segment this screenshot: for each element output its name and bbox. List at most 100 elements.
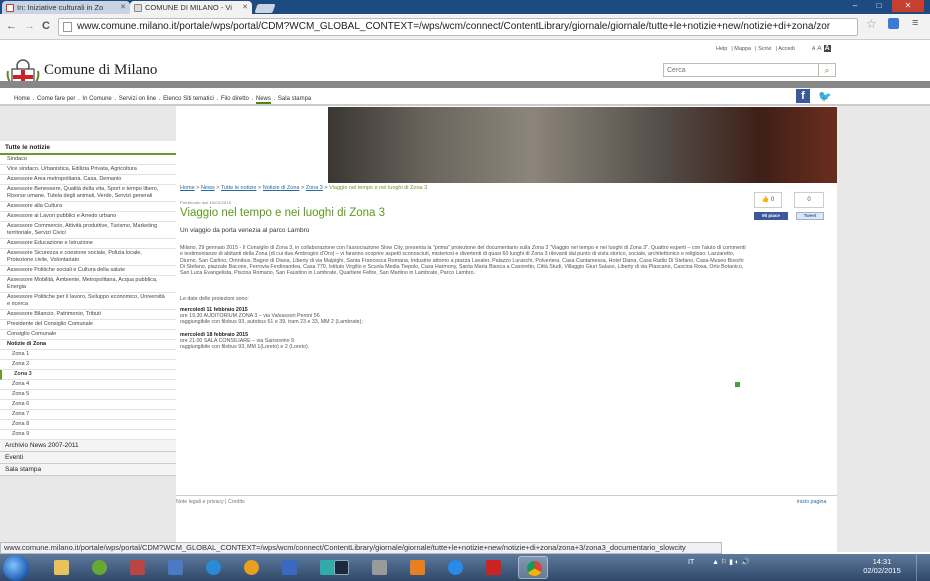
sidebar-item[interactable]: Assessore Benessere, Qualità della vita,… bbox=[0, 185, 176, 202]
sidebar-item[interactable]: Presidente del Consiglio Comunale bbox=[0, 320, 176, 330]
search-icon[interactable]: ⌕ bbox=[818, 63, 836, 77]
sidebar-item-zona[interactable]: Zona 7 bbox=[0, 410, 176, 420]
help-link[interactable]: Help bbox=[716, 46, 727, 52]
sidebar-item-zona[interactable]: Zona 2 bbox=[0, 360, 176, 370]
twitter-icon[interactable]: 🐦 bbox=[818, 90, 832, 103]
taskbar-app[interactable] bbox=[364, 556, 394, 579]
sidebar-item-zona[interactable]: Zona 8 bbox=[0, 420, 176, 430]
close-icon[interactable]: ✕ bbox=[242, 3, 248, 11]
nav-filo-diretto[interactable]: Filo diretto bbox=[221, 96, 249, 102]
nav-sep: . bbox=[78, 96, 80, 102]
minimize-button[interactable]: – bbox=[844, 0, 866, 12]
taskbar-app[interactable] bbox=[478, 556, 508, 579]
sidebar-item-zona[interactable]: Zona 6 bbox=[0, 400, 176, 410]
taskbar-app[interactable] bbox=[84, 556, 114, 579]
header-band bbox=[0, 81, 930, 88]
nav-news[interactable]: News bbox=[255, 96, 271, 104]
sidebar-item-zona[interactable]: Zona 4 bbox=[0, 380, 176, 390]
taskbar-app[interactable] bbox=[198, 556, 228, 579]
sidebar-item[interactable]: Assessore ai Lavori pubblici e Arredo ur… bbox=[0, 212, 176, 222]
nav-servizi-online[interactable]: Servizi on line bbox=[119, 96, 156, 102]
breadcrumb: Home > News > Tutte le notizie > Notizie… bbox=[180, 185, 427, 191]
accedi-link[interactable]: Accedi bbox=[778, 46, 795, 52]
site-logo-text[interactable]: Comune di Milano bbox=[44, 62, 157, 79]
sidebar-item[interactable]: Assessore Area metropolitana, Casa, Dema… bbox=[0, 175, 176, 185]
sidebar-item-zona[interactable]: Zona 5 bbox=[0, 390, 176, 400]
address-bar[interactable]: www.comune.milano.it/portale/wps/portal/… bbox=[58, 18, 858, 36]
browser-tab-gmail[interactable]: In: Iniziative culturali in Zo ✕ bbox=[2, 1, 130, 14]
facebook-icon[interactable]: f bbox=[796, 89, 810, 103]
breadcrumb-zona[interactable]: Notizie di Zona bbox=[263, 185, 300, 191]
extension-icon[interactable] bbox=[888, 18, 899, 29]
sidebar-item[interactable]: Assessore Educazione e Istruzione bbox=[0, 239, 176, 249]
sidebar-section-sala-stampa[interactable]: Sala stampa bbox=[0, 464, 176, 476]
sidebar-item-zona[interactable]: Zona 1 bbox=[0, 350, 176, 360]
maximize-button[interactable]: □ bbox=[868, 0, 890, 12]
new-tab-button[interactable] bbox=[254, 4, 276, 13]
sidebar-head[interactable]: Tutte le notizie bbox=[0, 141, 176, 155]
forward-icon[interactable]: → bbox=[24, 20, 35, 32]
sidebar-item[interactable]: Assessore Mobilità, Ambiente, Metropolit… bbox=[0, 276, 176, 293]
font-large-button[interactable]: A bbox=[823, 45, 831, 52]
window-close-button[interactable]: ✕ bbox=[892, 0, 924, 12]
sidebar-section-archivio[interactable]: Archivio News 2007-2011 bbox=[0, 440, 176, 452]
sidebar-item[interactable]: Assessore Politiche sociali e Cultura de… bbox=[0, 266, 176, 276]
taskbar-explorer[interactable] bbox=[46, 556, 76, 579]
breadcrumb-tutte[interactable]: Tutte le notizie bbox=[221, 185, 257, 191]
clock[interactable]: 14:31 02/02/2015 bbox=[862, 557, 902, 575]
close-icon[interactable]: ✕ bbox=[120, 3, 126, 11]
browser-titlebar: In: Iniziative culturali in Zo ✕ COMUNE … bbox=[0, 0, 930, 14]
sidebar-item-zona-active[interactable]: Zona 3 bbox=[0, 370, 176, 380]
sidebar-item-notizie-zona[interactable]: Notizie di Zona bbox=[0, 340, 176, 350]
chrome-menu-icon[interactable]: ≡ bbox=[912, 17, 918, 29]
taskbar-app[interactable] bbox=[122, 556, 152, 579]
sidebar-item[interactable]: Assessore Commercio, Attività produttive… bbox=[0, 222, 176, 239]
search-input[interactable] bbox=[663, 63, 836, 77]
taskbar-lightroom[interactable] bbox=[326, 556, 356, 579]
back-icon[interactable]: ← bbox=[6, 20, 17, 32]
tray-icons[interactable]: ▲ ⚐ ▮ ◐ 🔊 bbox=[712, 559, 750, 566]
windows-taskbar: IT ▲ ⚐ ▮ ◐ 🔊 14:31 02/02/2015 bbox=[0, 554, 930, 581]
tweet-button[interactable]: Tweet bbox=[796, 212, 824, 220]
start-button[interactable] bbox=[3, 555, 29, 581]
sidebar-item[interactable]: Vice sindaco, Urbanistica, Edilizia Priv… bbox=[0, 165, 176, 175]
taskbar-vlc[interactable] bbox=[402, 556, 432, 579]
language-indicator[interactable]: IT bbox=[688, 559, 694, 566]
bookmark-star-icon[interactable]: ☆ bbox=[866, 17, 877, 31]
breadcrumb-news[interactable]: News bbox=[201, 185, 215, 191]
font-small-button[interactable]: A bbox=[812, 46, 815, 52]
sidebar-section-eventi[interactable]: Eventi bbox=[0, 452, 176, 464]
taskbar-chrome[interactable] bbox=[518, 556, 548, 579]
sidebar-item-zona[interactable]: Zona 9 bbox=[0, 430, 176, 440]
taskbar-ie[interactable] bbox=[440, 556, 470, 579]
reload-icon[interactable]: C bbox=[42, 20, 50, 32]
breadcrumb-zona3[interactable]: Zona 3 bbox=[306, 185, 323, 191]
footer-links[interactable]: Note legali e privacy | Credits bbox=[176, 499, 245, 505]
nav-siti-tematici[interactable]: Elenco Siti tematici bbox=[163, 96, 214, 102]
scrivi-link[interactable]: Scrivi bbox=[758, 46, 771, 52]
mappa-link[interactable]: Mappa bbox=[734, 46, 751, 52]
browser-tab-milano[interactable]: COMUNE DI MILANO - Vi ✕ bbox=[130, 1, 252, 14]
nav-sala-stampa[interactable]: Sala stampa bbox=[278, 96, 311, 102]
sidebar-item[interactable]: Assessore Sicurezza e coesione sociale, … bbox=[0, 249, 176, 266]
sidebar-item[interactable]: Assessore alla Cultura bbox=[0, 202, 176, 212]
sidebar-item[interactable]: Assessore Bilancio, Patrimonio, Tributi bbox=[0, 310, 176, 320]
nav-in-comune[interactable]: In Comune bbox=[82, 96, 111, 102]
taskbar-app[interactable] bbox=[274, 556, 304, 579]
sidebar-item[interactable]: Consiglio Comunale bbox=[0, 330, 176, 340]
font-mid-button[interactable]: A bbox=[817, 45, 821, 52]
nav-come-fare-per[interactable]: Come fare per bbox=[37, 96, 75, 102]
main-navigation: Home . Come fare per . In Comune . Servi… bbox=[14, 96, 312, 104]
back-to-top-link[interactable]: inizio pagina bbox=[797, 499, 826, 505]
sidebar-item[interactable]: Sindaco bbox=[0, 155, 176, 165]
taskbar-app[interactable] bbox=[236, 556, 266, 579]
nav-home[interactable]: Home bbox=[14, 96, 30, 102]
breadcrumb-home[interactable]: Home bbox=[180, 185, 195, 191]
app-icon bbox=[168, 560, 183, 575]
sidebar-item[interactable]: Assessore Politiche per il lavoro, Svilu… bbox=[0, 293, 176, 310]
like-count[interactable]: 👍 0 bbox=[754, 192, 782, 208]
show-desktop-button[interactable] bbox=[916, 554, 930, 581]
banner-image bbox=[328, 107, 837, 183]
facebook-like-button[interactable]: Mi piace bbox=[754, 212, 788, 220]
taskbar-app[interactable] bbox=[160, 556, 190, 579]
